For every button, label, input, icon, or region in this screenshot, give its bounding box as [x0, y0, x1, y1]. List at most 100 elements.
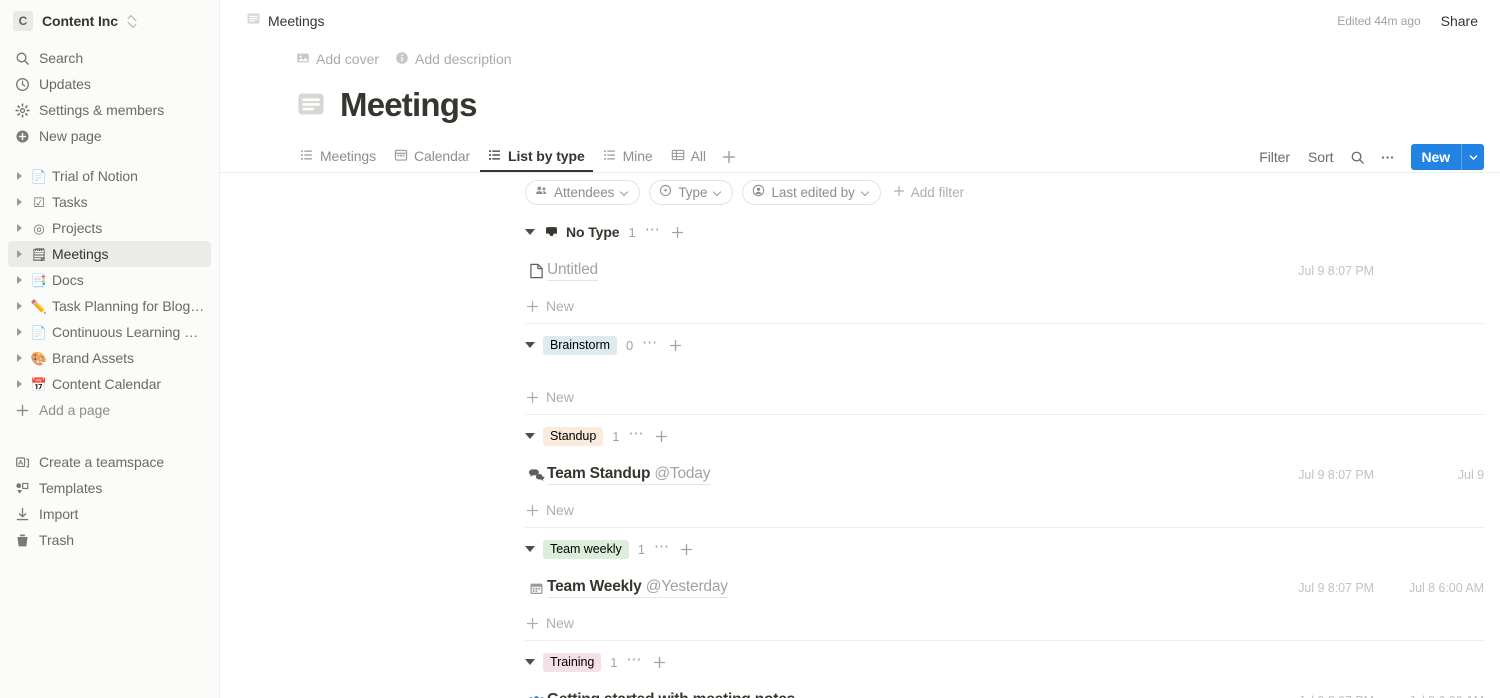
group-new-row-button[interactable]: New: [525, 493, 1484, 527]
sidebar-item-import[interactable]: Import: [8, 501, 211, 527]
collapse-arrow-icon[interactable]: [525, 229, 535, 235]
sidebar-page-label: Trial of Notion: [52, 168, 138, 184]
calendar-icon: [525, 581, 547, 596]
list-item-dates: Jul 9 8:07 PM: [1262, 264, 1484, 278]
collapse-arrow-icon[interactable]: [525, 546, 535, 552]
sidebar-bottom-label: Import: [39, 506, 79, 522]
list-item-date-secondary: Jul 8 6:00 AM: [1408, 581, 1484, 595]
top-bar-actions: Edited 44m ago Share: [1337, 10, 1484, 32]
sidebar-page-tasks[interactable]: ☑ Tasks: [8, 189, 211, 215]
group-more-icon[interactable]: ⋯: [625, 652, 645, 671]
sidebar-page-continuous-learning[interactable]: 📄 Continuous Learning Pla...: [8, 319, 211, 345]
sidebar-item-templates[interactable]: Templates: [8, 475, 211, 501]
group-new-row-button[interactable]: New: [525, 606, 1484, 640]
group-new-row-button[interactable]: New: [525, 380, 1484, 414]
expand-arrow-icon[interactable]: [12, 221, 26, 235]
filter-chip-attendees[interactable]: Attendees: [525, 179, 641, 205]
filter-button[interactable]: Filter: [1252, 145, 1297, 169]
tab-label: List by type: [508, 148, 585, 164]
group-brainstorm: Brainstorm 0 ⋯ New: [525, 323, 1484, 414]
list-item-dates: Jul 9 8:07 PM Jul 8 6:00 AM: [1262, 581, 1484, 595]
add-filter-button[interactable]: Add filter: [893, 185, 964, 200]
group-add-icon[interactable]: [667, 337, 683, 353]
tab-list-by-type[interactable]: List by type: [480, 142, 593, 172]
sidebar-page-meetings[interactable]: 🗒 Meetings: [8, 241, 211, 267]
trash-icon: [14, 532, 30, 548]
search-icon[interactable]: [1345, 145, 1371, 169]
main-content: Meetings Edited 44m ago Share Add cover: [220, 0, 1500, 698]
group-add-icon[interactable]: [652, 654, 668, 670]
add-filter-label: Add filter: [910, 184, 965, 200]
person-icon: [752, 184, 765, 200]
list-item[interactable]: Untitled Jul 9 8:07 PM: [525, 253, 1484, 289]
tab-calendar[interactable]: Calendar: [386, 142, 478, 172]
chevron-down-icon: [862, 188, 871, 197]
sidebar-page-projects[interactable]: ◎ Projects: [8, 215, 211, 241]
sidebar-page-task-planning[interactable]: ✏️ Task Planning for Blog Pr...: [8, 293, 211, 319]
sidebar-page-docs[interactable]: 📑 Docs: [8, 267, 211, 293]
list-icon: [300, 148, 314, 165]
add-cover-button[interactable]: Add cover: [296, 51, 379, 68]
list-item-dates: Jul 9 8:07 PM Jul 9: [1262, 468, 1484, 482]
group-add-icon[interactable]: [679, 541, 695, 557]
expand-arrow-icon[interactable]: [12, 273, 26, 287]
expand-arrow-icon[interactable]: [12, 325, 26, 339]
expand-arrow-icon[interactable]: [12, 351, 26, 365]
page-emoji-icon: 📄: [30, 168, 48, 184]
group-add-icon[interactable]: [670, 224, 686, 240]
expand-arrow-icon[interactable]: [12, 377, 26, 391]
sidebar-item-label: Updates: [39, 76, 91, 92]
sidebar-add-a-page[interactable]: Add a page: [8, 397, 211, 423]
group-training: Training 1 ⋯ Getting started with meetin…: [525, 640, 1484, 698]
new-button[interactable]: New: [1410, 144, 1484, 170]
sidebar-item-create-teamspace[interactable]: Create a teamspace: [8, 449, 211, 475]
group-more-icon[interactable]: ⋯: [640, 335, 660, 354]
chevron-down-icon[interactable]: [1462, 144, 1484, 170]
group-standup: Standup 1 ⋯ Team Standup @Today Jul 9 8:…: [525, 414, 1484, 527]
collapse-arrow-icon[interactable]: [525, 433, 535, 439]
page-database-icon[interactable]: [296, 89, 326, 119]
group-new-row-button[interactable]: New: [525, 289, 1484, 323]
filter-chip-last-edited-by[interactable]: Last edited by: [742, 179, 881, 205]
list-item[interactable]: Team Weekly @Yesterday Jul 9 8:07 PM Jul…: [525, 570, 1484, 606]
expand-arrow-icon[interactable]: [12, 299, 26, 313]
ellipsis-icon[interactable]: [1375, 145, 1401, 169]
list-item[interactable]: Team Standup @Today Jul 9 8:07 PM Jul 9: [525, 457, 1484, 493]
sidebar-item-search[interactable]: Search: [8, 45, 211, 71]
sidebar-item-trash[interactable]: Trash: [8, 527, 211, 553]
collapse-arrow-icon[interactable]: [525, 342, 535, 348]
add-description-button[interactable]: Add description: [395, 51, 512, 68]
sort-button[interactable]: Sort: [1301, 145, 1340, 169]
filter-bar: Attendees Type Last edited by Add filter: [220, 173, 1500, 211]
sidebar-item-updates[interactable]: Updates: [8, 71, 211, 97]
sidebar-page-trial-of-notion[interactable]: 📄 Trial of Notion: [8, 163, 211, 189]
add-view-button[interactable]: [716, 142, 742, 172]
filter-chip-type[interactable]: Type: [649, 179, 734, 205]
expand-arrow-icon[interactable]: [12, 195, 26, 209]
sidebar-page-brand-assets[interactable]: 🎨 Brand Assets: [8, 345, 211, 371]
expand-arrow-icon[interactable]: [12, 169, 26, 183]
workspace-switcher[interactable]: C Content Inc: [9, 7, 211, 35]
share-button[interactable]: Share: [1435, 10, 1484, 32]
group-more-icon[interactable]: ⋯: [626, 426, 646, 445]
group-tag: Team weekly: [543, 539, 629, 559]
list-item[interactable]: Getting started with meeting notes Jul 9…: [525, 683, 1484, 698]
tab-mine[interactable]: Mine: [595, 142, 661, 172]
document-icon: [525, 263, 547, 279]
breadcrumb[interactable]: Meetings: [240, 8, 330, 34]
group-more-icon[interactable]: ⋯: [652, 539, 672, 558]
sidebar-item-new-page[interactable]: New page: [8, 123, 211, 149]
list-item-title: Team Weekly @Yesterday: [547, 578, 728, 598]
tab-meetings[interactable]: Meetings: [292, 142, 384, 172]
collapse-arrow-icon[interactable]: [525, 659, 535, 665]
sidebar-item-settings[interactable]: Settings & members: [8, 97, 211, 123]
sidebar-page-content-calendar[interactable]: 📅 Content Calendar: [8, 371, 211, 397]
group-add-icon[interactable]: [653, 428, 669, 444]
group-more-icon[interactable]: ⋯: [643, 222, 663, 241]
plus-icon: [525, 390, 539, 404]
tab-all[interactable]: All: [663, 142, 714, 172]
view-toolbar: Filter Sort New: [1252, 144, 1484, 172]
expand-arrow-icon[interactable]: [12, 247, 26, 261]
sidebar-page-label: Docs: [52, 272, 84, 288]
group-name: No Type: [566, 224, 620, 240]
